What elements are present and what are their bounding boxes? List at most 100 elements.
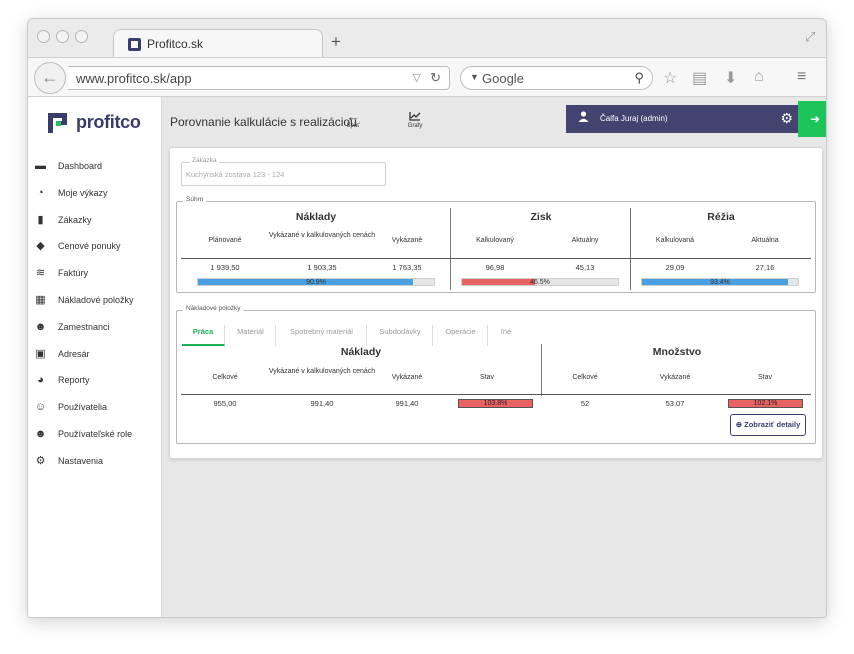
bookmark-star-icon[interactable]: ☆ bbox=[663, 68, 677, 88]
expand-icon[interactable]: ⤢ bbox=[805, 29, 815, 45]
rezia-progress-bar: 93.4% bbox=[641, 278, 799, 286]
cost-items-fieldset: Nákladové položky Práca Materiál Spotreb… bbox=[176, 305, 816, 444]
tab-ine[interactable]: Iné bbox=[489, 325, 523, 346]
cost-col-vykazane: Vykázané bbox=[391, 374, 423, 381]
logout-button[interactable]: ➜ bbox=[798, 101, 826, 137]
menu-icon[interactable]: ≡ bbox=[797, 68, 806, 86]
cost-items-legend: Nákladové položky bbox=[183, 305, 244, 312]
tab-spotrebny-material[interactable]: Spotrebný materiál bbox=[277, 325, 367, 346]
back-button[interactable]: ← bbox=[34, 62, 66, 94]
logo-mark-icon bbox=[48, 113, 68, 133]
sidebar-item-nastavenia[interactable]: ⚙ Nastavenia bbox=[28, 448, 162, 475]
zisk-progress-bar: 46.5% bbox=[461, 278, 619, 286]
summary-col-vykazane-kalk: Vykázané v kalkulovaných cenách bbox=[268, 232, 376, 239]
search-engine-dropdown-icon[interactable]: ▼ bbox=[470, 72, 479, 82]
qty-val-celkove: 52 bbox=[580, 399, 590, 408]
summary-col-vykazane: Vykázané bbox=[391, 237, 423, 244]
sidebar-item-label: Zákazky bbox=[58, 214, 92, 225]
charts-button[interactable]: Grafy bbox=[403, 111, 427, 129]
summary-legend: Súhrn bbox=[183, 196, 207, 203]
reading-list-icon[interactable]: ▤ bbox=[692, 68, 707, 88]
sidebar-item-moje-výkazy[interactable]: ◔ Moje výkazy bbox=[28, 180, 162, 207]
back-page-button[interactable]: ← Späť bbox=[341, 109, 365, 129]
charts-label: Grafy bbox=[407, 123, 423, 129]
show-details-button[interactable]: ⊕ Zobraziť detaily bbox=[730, 414, 806, 436]
sidebar-item-label: Moje výkazy bbox=[58, 187, 108, 198]
sidebar-item-cenové-ponuky[interactable]: ◆ Cenové ponuky bbox=[28, 233, 162, 260]
logo-text: profitco bbox=[76, 112, 141, 132]
summary-row-divider bbox=[181, 258, 811, 259]
back-label: Späť bbox=[346, 123, 360, 129]
close-window-button[interactable] bbox=[37, 30, 50, 43]
qty-val-vykazane: 53.07 bbox=[665, 399, 685, 408]
summary-val-zisk-kalk: 96,98 bbox=[485, 263, 505, 272]
sidebar-item-label: Dashboard bbox=[58, 161, 103, 171]
tab-operacie[interactable]: Operácie bbox=[434, 325, 488, 346]
address-book-icon: ▣ bbox=[35, 347, 46, 360]
sidebar-item-faktúry[interactable]: ≋ Faktúry bbox=[28, 260, 162, 287]
minimize-window-button[interactable] bbox=[56, 30, 69, 43]
pie-chart-icon: ◕ bbox=[37, 374, 44, 387]
qty-col-stav: Stav bbox=[757, 374, 772, 381]
zoom-window-button[interactable] bbox=[75, 30, 88, 43]
summary-col-planovane: Plánované bbox=[208, 237, 242, 244]
cost-val-vykazane: 991,40 bbox=[395, 399, 419, 408]
show-details-label: Zobraziť detaily bbox=[744, 420, 801, 429]
sidebar-item-reporty[interactable]: ◕ Reporty bbox=[28, 367, 162, 394]
user-name[interactable]: Čalfa Juraj (admin) bbox=[600, 114, 668, 123]
summary-rezia-title: Réžia bbox=[707, 211, 735, 223]
address-bar[interactable]: www.profitco.sk/app ▽ ↻ bbox=[68, 66, 450, 90]
dashboard-icon: ▬ bbox=[35, 160, 46, 172]
sidebar-item-dashboard[interactable]: ▬ Dashboard bbox=[28, 153, 162, 180]
sidebar-item-zákazky[interactable]: ▮ Zákazky bbox=[28, 207, 162, 234]
summary-col-aktualna: Aktuálna bbox=[751, 237, 779, 244]
cost-col-stav: Stav bbox=[479, 374, 494, 381]
summary-col-aktualny: Aktuálny bbox=[571, 237, 599, 244]
cost-status-badge: 103.8% bbox=[458, 399, 533, 408]
cost-naklady-title: Náklady bbox=[340, 346, 382, 358]
users-cog-icon: ☻ bbox=[34, 427, 47, 440]
search-box[interactable]: ▼ Google ⚲ bbox=[460, 66, 653, 90]
history-dropdown-icon[interactable]: ▽ bbox=[413, 71, 421, 84]
sidebar-item-zamestnanci[interactable]: ☻ Zamestnanci bbox=[28, 314, 162, 341]
arrow-left-icon: ← bbox=[346, 109, 360, 124]
reload-icon[interactable]: ↻ bbox=[430, 70, 441, 86]
browser-window: Profitco.sk + ⤢ ← www.profitco.sk/app ▽ … bbox=[27, 18, 827, 618]
sidebar-item-label: Zamestnanci bbox=[58, 321, 110, 332]
sidebar-item-nákladové-položky[interactable]: ▦ Nákladové položky bbox=[28, 287, 162, 314]
tab-subdodavky[interactable]: Subdodávky bbox=[368, 325, 433, 346]
divider bbox=[450, 208, 451, 290]
summary-col-kalkulovana: Kalkulovaná bbox=[655, 237, 695, 244]
summary-val-vykazane-kalk: 1 903,35 bbox=[307, 263, 337, 272]
sidebar-item-používateľské-role[interactable]: ☻ Používateľské role bbox=[28, 421, 162, 448]
cost-col-celkove: Celkové bbox=[212, 374, 238, 381]
cost-row-divider bbox=[181, 394, 811, 395]
zoom-icon: ⊕ bbox=[735, 420, 743, 429]
app: profitco ▬ Dashboard ◔ Moje výkazy ▮ Zákazky ◆… bbox=[28, 97, 826, 617]
search-icon[interactable]: ⚲ bbox=[634, 70, 644, 86]
tab-material[interactable]: Materiál bbox=[226, 325, 276, 346]
download-icon[interactable]: ⬇ bbox=[724, 68, 737, 88]
order-field[interactable]: Zákazka bbox=[181, 157, 386, 186]
line-chart-icon bbox=[403, 111, 427, 123]
order-input[interactable] bbox=[186, 170, 376, 179]
qty-status-badge: 102.1% bbox=[728, 399, 803, 408]
divider bbox=[630, 208, 631, 290]
tab-praca[interactable]: Práca bbox=[182, 325, 225, 346]
browser-tab[interactable]: Profitco.sk bbox=[113, 29, 323, 59]
user-icon bbox=[578, 111, 589, 125]
settings-gear-icon[interactable]: ⚙ bbox=[780, 110, 793, 127]
cogs-icon: ⚙ bbox=[35, 454, 46, 467]
new-tab-button[interactable]: + bbox=[331, 32, 341, 52]
sidebar-item-adresár[interactable]: ▣ Adresár bbox=[28, 341, 162, 368]
sidebar-item-label: Adresár bbox=[58, 348, 90, 359]
sidebar-item-používatelia[interactable]: ☺ Používatelia bbox=[28, 394, 162, 421]
cost-val-vykazane-kalk: 991,40 bbox=[310, 399, 334, 408]
sidebar-item-label: Používatelia bbox=[58, 402, 108, 413]
page-title: Porovnanie kalkulácie s realizáciou bbox=[170, 115, 357, 129]
sidebar-item-label: Cenové ponuky bbox=[58, 241, 121, 252]
home-icon[interactable]: ⌂ bbox=[754, 68, 764, 86]
sidebar-item-label: Nákladové položky bbox=[58, 294, 134, 305]
order-field-label: Zákazka bbox=[190, 157, 219, 164]
user-cog-icon: ☺ bbox=[34, 401, 47, 414]
